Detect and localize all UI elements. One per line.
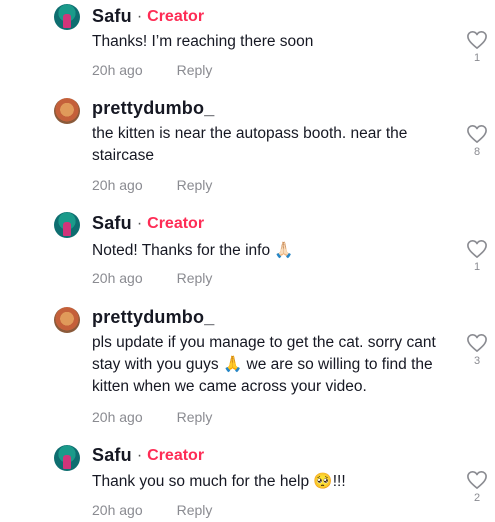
reply-button[interactable]: Reply [177,177,213,193]
timestamp: 20h ago [92,409,143,425]
comment-meta: 20h ago Reply [92,270,212,286]
username[interactable]: prettydumbo_ [92,98,214,119]
heart-icon[interactable] [466,239,488,259]
comment-text: the kitten is near the autopass booth. n… [92,125,408,164]
comment-text: pls update if you manage to get the cat.… [92,334,436,395]
like-control[interactable]: 2 [466,470,488,504]
comment-text: Thank you so much for the help 🥺!!! [92,473,346,490]
comment-header: Safu · Creator [92,445,204,466]
reply-button[interactable]: Reply [177,270,213,286]
username[interactable]: Safu [92,6,132,27]
avatar[interactable] [54,445,80,471]
comment-meta: 20h ago Reply [92,62,212,78]
comment-header: Safu · Creator [92,6,204,27]
comment-meta: 20h ago Reply [92,502,212,518]
heart-icon[interactable] [466,124,488,144]
separator: · [136,214,143,232]
reply-button[interactable]: Reply [177,502,213,518]
heart-icon[interactable] [466,30,488,50]
avatar[interactable] [54,98,80,124]
username[interactable]: Safu [92,445,132,466]
separator: · [136,7,143,25]
avatar[interactable] [54,4,80,30]
comment-header: prettydumbo_ [92,307,214,328]
comment-header: prettydumbo_ [92,98,214,119]
like-count: 2 [473,492,481,504]
timestamp: 20h ago [92,270,143,286]
reply-button[interactable]: Reply [177,409,213,425]
like-count: 1 [473,261,481,273]
timestamp: 20h ago [92,177,143,193]
username[interactable]: prettydumbo_ [92,307,214,328]
creator-badge: Creator [147,214,205,232]
timestamp: 20h ago [92,502,143,518]
comment-meta: 20h ago Reply [92,177,212,193]
comment-text: Thanks! I’m reaching there soon [92,33,314,50]
avatar[interactable] [54,307,80,333]
like-count: 8 [473,146,481,158]
heart-icon[interactable] [466,333,488,353]
avatar[interactable] [54,212,80,238]
comment-text: Noted! Thanks for the info 🙏🏻 [92,242,294,259]
like-control[interactable]: 1 [466,239,488,273]
timestamp: 20h ago [92,62,143,78]
separator: · [136,446,143,464]
like-count: 1 [473,52,481,64]
reply-button[interactable]: Reply [177,62,213,78]
like-control[interactable]: 1 [466,30,488,64]
like-control[interactable]: 8 [466,124,488,158]
heart-icon[interactable] [466,470,488,490]
comment-meta: 20h ago Reply [92,409,212,425]
like-control[interactable]: 3 [466,333,488,367]
comment-header: Safu · Creator [92,213,204,234]
creator-badge: Creator [147,446,205,464]
username[interactable]: Safu [92,213,132,234]
like-count: 3 [473,355,481,367]
creator-badge: Creator [147,7,205,25]
